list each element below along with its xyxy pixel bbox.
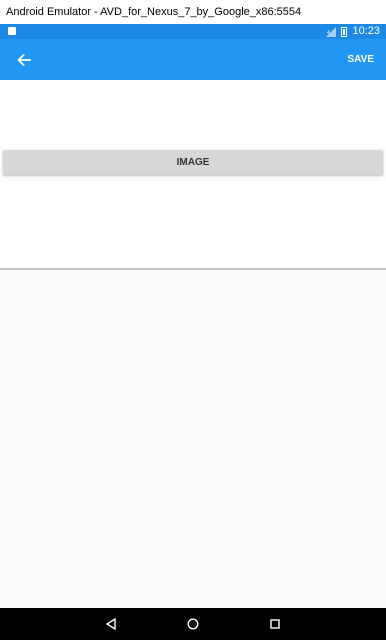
triangle-back-icon	[105, 618, 116, 630]
title-entry[interactable]	[0, 80, 386, 148]
form-content: IMAGE	[0, 80, 386, 608]
notification-icon	[8, 27, 16, 35]
back-button[interactable]	[10, 46, 38, 74]
signal-icon: 4	[326, 26, 337, 37]
status-time: 10:23	[352, 25, 380, 37]
nav-back-button[interactable]	[101, 614, 121, 634]
nav-home-button[interactable]	[183, 614, 203, 634]
notes-editor[interactable]	[0, 182, 386, 270]
circle-home-icon	[187, 618, 199, 630]
window-title: Android Emulator - AVD_for_Nexus_7_by_Go…	[0, 0, 386, 24]
nav-recents-button[interactable]	[265, 614, 285, 634]
navigation-bar	[0, 608, 386, 640]
status-right: 4 10:23	[326, 24, 380, 39]
app-bar: SAVE	[0, 39, 386, 80]
svg-text:4: 4	[327, 30, 330, 36]
status-bar: 4 10:23	[0, 24, 386, 39]
battery-icon	[341, 26, 348, 37]
image-button[interactable]: IMAGE	[3, 150, 383, 175]
square-recents-icon	[270, 619, 280, 629]
arrow-back-icon	[17, 53, 31, 67]
save-button[interactable]: SAVE	[348, 39, 375, 80]
